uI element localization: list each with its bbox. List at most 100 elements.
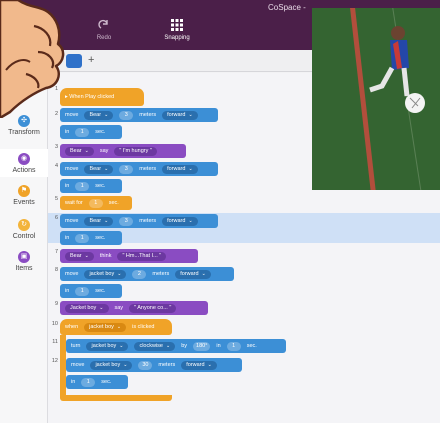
sec-label: sec. [101, 379, 112, 385]
thought-text-input[interactable]: " Hm...That I... " [117, 251, 167, 261]
speech-text-input[interactable]: " Anyone co... " [129, 303, 177, 313]
say-block[interactable]: Jacket boy ⌄ say " Anyone co... " [60, 301, 208, 315]
amount-input[interactable]: 3 [119, 164, 134, 174]
target-dropdown[interactable]: Bear ⌄ [65, 251, 94, 261]
add-tab-button[interactable]: + [88, 54, 94, 66]
in-label: in [65, 288, 70, 294]
target-dropdown[interactable]: Jacket boy ⌄ [65, 303, 109, 313]
unit: meters [139, 166, 157, 172]
verb: move [65, 166, 79, 172]
target-dropdown[interactable]: jacket boy ⌄ [84, 269, 127, 279]
line-number: 6 [54, 215, 58, 221]
move-duration-row: in 1 sec. [66, 375, 128, 389]
unit: meters [158, 362, 176, 368]
direction-dropdown[interactable]: forward ⌄ [181, 360, 217, 370]
unit: meters [139, 112, 157, 118]
move-duration-row: in 1 sec. [60, 125, 122, 139]
amount-input[interactable]: 30 [138, 360, 153, 370]
line-number: 10 [51, 321, 58, 327]
direction-dropdown[interactable]: forward ⌄ [162, 110, 198, 120]
events-icon: ⚑ [18, 185, 30, 197]
snapping-button[interactable]: Snapping [157, 19, 197, 41]
target-dropdown[interactable]: jacket boy ⌄ [90, 360, 133, 370]
verb: think [99, 253, 112, 259]
line-number: 8 [54, 267, 58, 273]
move-block[interactable]: move Bear ⌄ 3 meters forward ⌄ [60, 214, 218, 228]
unit: meters [139, 218, 157, 224]
time-input[interactable]: 1 [81, 377, 96, 387]
target-dropdown[interactable]: jacket boy ⌄ [84, 322, 127, 332]
think-block[interactable]: Bear ⌄ think " Hm...That I... " [60, 249, 198, 263]
say-block[interactable]: Bear ⌄ say " I'm hungry " [60, 144, 186, 158]
category-items[interactable]: ▣ Items [0, 251, 48, 272]
direction-dropdown[interactable]: forward ⌄ [162, 216, 198, 226]
sec-label: sec. [246, 343, 257, 349]
in-label: in [65, 183, 70, 189]
speech-text-input[interactable]: " I'm hungry " [114, 146, 157, 156]
target-dropdown[interactable]: Bear ⌄ [84, 110, 114, 120]
target-dropdown[interactable]: Bear ⌄ [65, 146, 94, 156]
category-control[interactable]: ↻ Control [0, 219, 48, 240]
amount-input[interactable]: 3 [119, 216, 134, 226]
verb: move [65, 218, 79, 224]
amount-input[interactable]: 2 [132, 269, 147, 279]
event-label: is clicked [132, 324, 155, 330]
unit: meters [152, 271, 170, 277]
line-number: 7 [54, 249, 58, 255]
move-duration-row: in 1 sec. [60, 231, 122, 245]
event-block-foot [60, 395, 172, 401]
move-duration-row: in 1 sec. [60, 284, 122, 298]
verb: move [65, 112, 79, 118]
wait-block[interactable]: wait for 1 sec. [60, 196, 132, 210]
category-events[interactable]: ⚑ Events [0, 185, 48, 206]
category-label: Transform [8, 129, 40, 136]
category-label: Items [15, 265, 33, 272]
time-input[interactable]: 1 [88, 198, 103, 208]
time-input[interactable]: 1 [226, 341, 241, 351]
amount-input[interactable]: 3 [119, 110, 134, 120]
when-clicked-block[interactable]: when jacket boy ⌄ is clicked [60, 319, 172, 335]
verb: move [71, 362, 85, 368]
direction-dropdown[interactable]: forward ⌄ [175, 269, 211, 279]
sec-label: sec. [95, 235, 106, 241]
category-label: Control [12, 233, 36, 240]
redo-button[interactable]: Redo [84, 19, 124, 41]
time-input[interactable]: 1 [75, 286, 90, 296]
turn-block[interactable]: turn jacket boy ⌄ clockwise ⌄ by 180° in 1… [66, 339, 286, 353]
verb: say [114, 305, 124, 311]
time-input[interactable]: 1 [75, 181, 90, 191]
in-label: in [65, 235, 70, 241]
redo-label: Redo [96, 35, 112, 41]
verb: wait for [65, 200, 83, 206]
category-label: Events [13, 199, 35, 206]
line-number: 12 [51, 358, 58, 364]
target-dropdown[interactable]: Bear ⌄ [84, 216, 114, 226]
sec-label: sec. [108, 200, 119, 206]
sec-label: sec. [95, 288, 106, 294]
move-block[interactable]: move Bear ⌄ 3 meters forward ⌄ [60, 162, 218, 176]
category-actions[interactable]: ◉ Actions [0, 149, 48, 177]
tab-current[interactable] [66, 54, 82, 68]
app-title: CoSpace - [268, 3, 306, 12]
direction-dropdown[interactable]: clockwise ⌄ [134, 341, 176, 351]
when-play-clicked-block[interactable]: ▸ When Play clicked [60, 88, 144, 106]
move-block[interactable]: move jacket boy ⌄ 30 meters forward ⌄ [66, 358, 242, 372]
move-duration-row: in 1 sec. [60, 179, 122, 193]
in-label: in [71, 379, 76, 385]
target-dropdown[interactable]: Bear ⌄ [84, 164, 114, 174]
grid-icon [171, 19, 183, 31]
verb: say [99, 148, 109, 154]
time-input[interactable]: 1 [75, 233, 90, 243]
target-dropdown[interactable]: jacket boy ⌄ [86, 341, 129, 351]
move-block[interactable]: move jacket boy ⌄ 2 meters forward ⌄ [60, 267, 234, 281]
angle-input[interactable]: 180° [193, 341, 211, 351]
time-input[interactable]: 1 [75, 127, 90, 137]
verb: turn [71, 343, 81, 349]
verb: move [65, 271, 79, 277]
snapping-label: Snapping [164, 35, 190, 41]
hand-illustration [0, 0, 65, 118]
sec-label: sec. [95, 183, 106, 189]
move-block[interactable]: move Bear ⌄ 3 meters forward ⌄ [60, 108, 218, 122]
direction-dropdown[interactable]: forward ⌄ [162, 164, 198, 174]
category-transform[interactable]: ✣ Transform [0, 115, 48, 136]
